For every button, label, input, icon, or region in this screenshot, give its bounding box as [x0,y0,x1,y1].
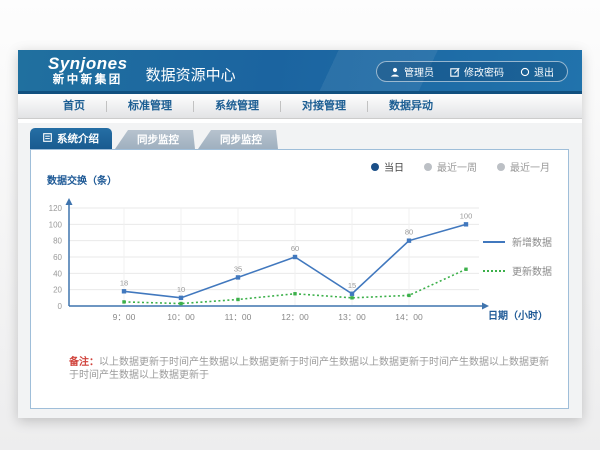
svg-text:10: 10 [177,285,185,294]
edit-icon [450,67,460,77]
user-toolbar: 管理员 修改密码 退出 [376,61,568,82]
footnote-prefix: 备注： [69,357,99,368]
logout-button[interactable]: 退出 [520,64,554,79]
nav-item-home[interactable]: 首页 [42,101,107,112]
user-menu[interactable]: 管理员 [390,64,434,79]
svg-text:100: 100 [460,211,473,220]
brand-logo-en: Synjones [48,55,128,74]
tab-bar: 系统介绍 同步监控 同步监控 [30,128,278,149]
brand-logo: Synjones 新中新集团 [48,55,128,86]
footnote: 备注：以上数据更新于时间产生数据以上数据更新于时间产生数据以上数据更新于时间产生… [69,356,554,382]
logout-label: 退出 [534,64,554,79]
svg-text:14：00: 14：00 [395,312,423,322]
footnote-text: 以上数据更新于时间产生数据以上数据更新于时间产生数据以上数据更新于时间产生数据以… [69,357,549,381]
document-icon [43,133,52,145]
svg-text:40: 40 [53,269,62,278]
tab-system-intro[interactable]: 系统介绍 [30,128,112,149]
svg-text:60: 60 [53,253,62,262]
tab-label: 同步监控 [137,132,179,147]
svg-text:80: 80 [405,228,413,237]
main-nav: 首页 标准管理 系统管理 对接管理 数据异动 [18,94,582,119]
svg-text:60: 60 [291,244,299,253]
svg-text:10：00: 10：00 [167,312,195,322]
svg-text:15: 15 [348,281,356,290]
x-axis-title: 日期（小时） [488,307,548,322]
brand-logo-cn: 新中新集团 [48,74,128,87]
svg-text:120: 120 [49,204,63,213]
nav-item-system-mgmt[interactable]: 系统管理 [194,101,281,112]
tab-label: 系统介绍 [57,131,99,146]
solid-line-icon [483,241,505,243]
nav-item-standard-mgmt[interactable]: 标准管理 [107,101,194,112]
tab-label: 同步监控 [220,132,262,147]
user-icon [390,67,400,77]
power-icon [520,67,530,77]
svg-text:9：00: 9：00 [113,312,136,322]
svg-text:13：00: 13：00 [338,312,366,322]
chart-panel: 当日 最近一周 最近一月 数据交换（条） 0204060801001209：00… [30,149,569,409]
content-area: 系统介绍 同步监控 同步监控 当日 最近一周 [18,123,582,418]
nav-item-interface-mgmt[interactable]: 对接管理 [281,101,368,112]
username-label: 管理员 [404,64,434,79]
svg-text:11：00: 11：00 [225,312,252,322]
tab-sync-monitor-2[interactable]: 同步监控 [198,130,278,149]
app-header: Synjones 新中新集团 数据资源中心 管理员 修改密码 退出 [18,50,582,94]
change-password-button[interactable]: 修改密码 [450,64,504,79]
page-title: 数据资源中心 [146,64,236,85]
legend-item-new-data[interactable]: 新增数据 [483,234,552,249]
dotted-line-icon [483,270,505,272]
svg-text:20: 20 [53,286,62,295]
svg-text:100: 100 [49,220,63,229]
radio-dot-icon [424,163,432,171]
radio-dot-icon [371,163,379,171]
legend-label: 更新数据 [512,263,552,278]
app-window: Synjones 新中新集团 数据资源中心 管理员 修改密码 退出 [18,50,582,418]
svg-text:80: 80 [53,237,62,246]
tab-sync-monitor-1[interactable]: 同步监控 [115,130,195,149]
legend-item-updated-data[interactable]: 更新数据 [483,263,552,278]
radio-dot-icon [497,163,505,171]
chart-legend: 新增数据 更新数据 [483,234,552,278]
svg-text:0: 0 [58,302,63,311]
nav-item-data-change[interactable]: 数据异动 [368,101,454,112]
change-password-label: 修改密码 [464,64,504,79]
svg-text:35: 35 [234,264,242,273]
svg-text:18: 18 [120,278,128,287]
legend-label: 新增数据 [512,234,552,249]
svg-text:12：00: 12：00 [281,312,309,322]
